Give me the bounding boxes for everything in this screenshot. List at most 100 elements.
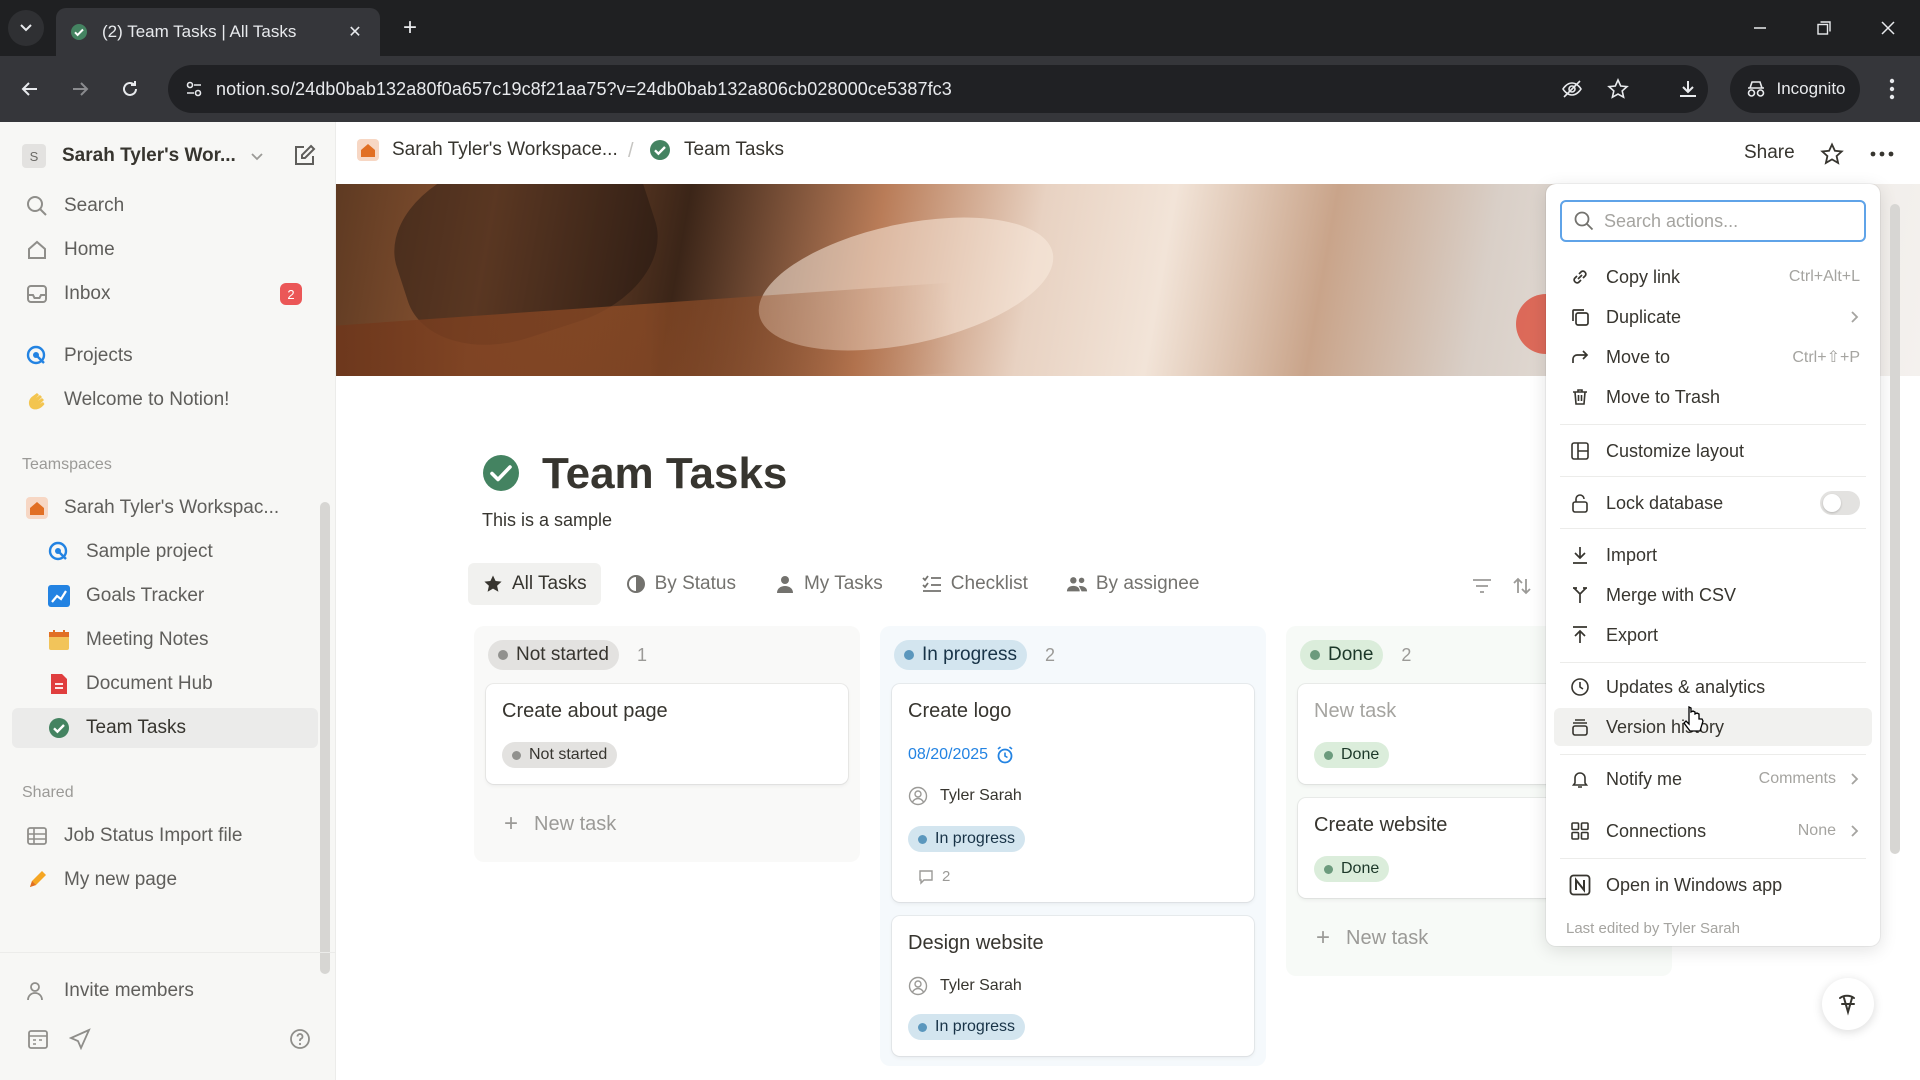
menu-item-merge-csv[interactable]: Merge with CSV: [1554, 576, 1872, 614]
sidebar-item-my-new-page[interactable]: My new page: [12, 860, 318, 900]
menu-item-version-history[interactable]: Version history: [1554, 708, 1872, 746]
inbox-icon: [24, 281, 50, 307]
card-comments: 2: [918, 868, 950, 885]
menu-item-label: Duplicate: [1606, 306, 1682, 327]
sort-button[interactable]: [1508, 572, 1536, 600]
incognito-badge[interactable]: Incognito: [1730, 65, 1860, 113]
restore-button[interactable]: [1804, 10, 1844, 46]
page-description[interactable]: This is a sample: [482, 510, 612, 531]
menu-item-export[interactable]: Export: [1554, 616, 1872, 654]
sidebar-item-label: My new page: [64, 869, 178, 890]
sidebar-item-goals-tracker[interactable]: Goals Tracker: [12, 576, 318, 616]
close-window-button[interactable]: [1868, 10, 1908, 46]
sidebar-item-teamspace[interactable]: Sarah Tyler's Workspac...: [12, 488, 318, 528]
sidebar-item-home[interactable]: Home: [12, 230, 318, 270]
sidebar-item-label: Home: [64, 239, 115, 260]
site-settings-icon[interactable]: [184, 79, 204, 99]
address-bar[interactable]: notion.so/24db0bab132a80f0a657c19c8f21aa…: [168, 65, 1708, 113]
minimize-icon: [1754, 27, 1766, 29]
star-filled-icon: [482, 573, 504, 595]
download-icon[interactable]: [1672, 73, 1704, 105]
tab-all-tasks[interactable]: All Tasks: [468, 563, 601, 605]
menu-item-connections[interactable]: Connections None: [1554, 812, 1872, 850]
sidebar-item-sample-project[interactable]: Sample project: [12, 532, 318, 572]
status-badge: In progress: [908, 826, 1026, 852]
menu-item-updates-analytics[interactable]: Updates & analytics: [1554, 668, 1872, 706]
favorite-button[interactable]: [1816, 138, 1848, 170]
menu-item-notify-me[interactable]: Notify me Comments: [1554, 760, 1872, 798]
share-button[interactable]: Share: [1744, 142, 1795, 164]
notify-value: Comments: [1758, 770, 1836, 787]
compose-icon: [295, 144, 316, 165]
menu-search[interactable]: [1560, 200, 1866, 242]
new-page-button[interactable]: [290, 142, 318, 170]
page-more-button[interactable]: [1866, 138, 1898, 170]
task-card[interactable]: Design website Tyler Sarah In progress: [892, 916, 1254, 1056]
tab-search-button[interactable]: [8, 10, 44, 46]
document-icon: [46, 671, 72, 697]
back-button[interactable]: [14, 73, 46, 105]
column-header[interactable]: Done 2: [1300, 640, 1411, 670]
lock-toggle[interactable]: [1820, 491, 1860, 515]
sidebar-item-document-hub[interactable]: Document Hub: [12, 664, 318, 704]
tab-by-status[interactable]: By Status: [611, 563, 750, 605]
new-task-button[interactable]: + New task: [486, 798, 848, 850]
workspace-switcher[interactable]: S Sarah Tyler's Wor...: [22, 140, 272, 172]
check-circle-icon: [46, 715, 72, 741]
sidebar-item-inbox[interactable]: Inbox 2: [12, 274, 318, 314]
star-icon[interactable]: [1600, 65, 1636, 113]
sidebar-item-search[interactable]: Search: [12, 186, 318, 226]
tab-checklist[interactable]: Checklist: [907, 563, 1042, 605]
menu-item-copy-link[interactable]: Copy link Ctrl+Alt+L: [1554, 258, 1872, 296]
sidebar-footer: Invite members: [0, 952, 336, 1050]
help-icon[interactable]: [286, 1025, 314, 1053]
reload-button[interactable]: [114, 73, 146, 105]
arrow-right-icon: [73, 82, 89, 96]
ai-assistant-button[interactable]: [1822, 978, 1874, 1030]
menu-item-move-to-trash[interactable]: Move to Trash: [1554, 378, 1872, 416]
column-count: 2: [1401, 644, 1412, 665]
filter-button[interactable]: [1468, 572, 1496, 600]
calendar-icon[interactable]: [24, 1025, 52, 1053]
menu-item-open-windows-app[interactable]: Open in Windows app: [1554, 866, 1872, 904]
sidebar-item-projects[interactable]: Projects: [12, 336, 318, 376]
menu-item-label: Copy link: [1606, 266, 1681, 287]
eye-off-icon[interactable]: [1554, 65, 1590, 113]
close-icon[interactable]: ✕: [344, 21, 366, 43]
breadcrumb-page[interactable]: Team Tasks: [648, 138, 784, 162]
new-tab-button[interactable]: +: [396, 14, 424, 42]
column-header[interactable]: Not started 1: [488, 640, 647, 670]
menu-item-move-to[interactable]: Move to Ctrl+⇧+P: [1554, 338, 1872, 376]
person-icon: [774, 573, 796, 595]
sidebar-item-team-tasks[interactable]: Team Tasks: [12, 708, 318, 748]
card-date: 08/20/2025: [908, 746, 1014, 764]
teamspaces-heading: Teamspaces: [22, 456, 112, 473]
plus-icon: +: [504, 810, 519, 837]
menu-scrollbar[interactable]: [1890, 204, 1900, 854]
menu-item-duplicate[interactable]: Duplicate: [1554, 298, 1872, 336]
sidebar-item-meeting-notes[interactable]: Meeting Notes: [12, 620, 318, 660]
task-card[interactable]: Create about page Not started: [486, 684, 848, 784]
browser-tab[interactable]: (2) Team Tasks | All Tasks ✕: [56, 8, 380, 56]
menu-item-import[interactable]: Import: [1554, 536, 1872, 574]
more-horizontal-icon: [1870, 151, 1894, 157]
send-icon[interactable]: [66, 1025, 94, 1053]
forward-button[interactable]: [64, 73, 96, 105]
column-header[interactable]: In progress 2: [894, 640, 1055, 670]
breadcrumb-workspace[interactable]: Sarah Tyler's Workspace...: [356, 138, 618, 162]
invite-label: Invite members: [64, 980, 194, 1001]
check-circle-icon[interactable]: [482, 454, 520, 492]
task-card[interactable]: Create logo 08/20/2025 Tyler Sarah In pr…: [892, 684, 1254, 902]
sidebar-item-job-status[interactable]: Job Status Import file: [12, 816, 318, 856]
sidebar-scrollbar[interactable]: [320, 502, 330, 974]
search-actions-input[interactable]: [1604, 210, 1854, 232]
page-title[interactable]: Team Tasks: [542, 449, 787, 499]
tab-my-tasks[interactable]: My Tasks: [760, 563, 897, 605]
invite-members-button[interactable]: Invite members: [12, 971, 318, 1011]
menu-item-customize-layout[interactable]: Customize layout: [1554, 432, 1872, 470]
menu-item-lock-database[interactable]: Lock database: [1554, 484, 1872, 522]
minimize-button[interactable]: [1740, 10, 1780, 46]
sidebar-item-welcome[interactable]: Welcome to Notion!: [12, 380, 318, 420]
tab-by-assignee[interactable]: By assignee: [1052, 563, 1214, 605]
browser-menu-button[interactable]: [1876, 73, 1908, 105]
